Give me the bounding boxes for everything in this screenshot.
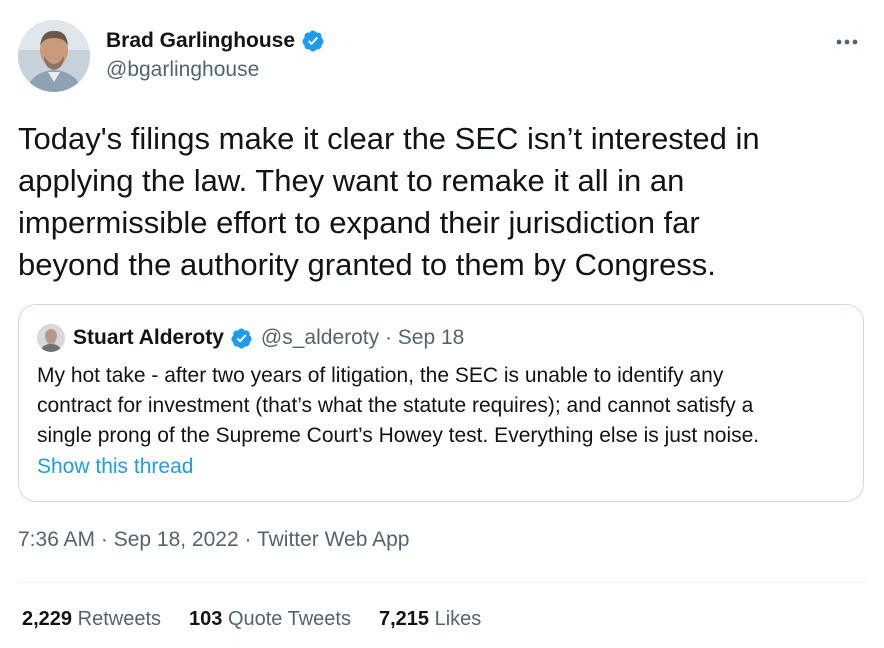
author-avatar[interactable] bbox=[18, 20, 90, 92]
retweets-stat[interactable]: 2,229 Retweets bbox=[22, 608, 161, 631]
quoted-tweet-meta: @s_alderoty · Sep 18 bbox=[260, 326, 465, 349]
likes-stat[interactable]: 7,215 Likes bbox=[379, 608, 481, 631]
quoted-author-display-name: Stuart Alderoty bbox=[73, 326, 224, 349]
tweet-stats: 2,229 Retweets 103 Quote Tweets 7,215 Li… bbox=[22, 608, 481, 631]
tweet-header: Brad Garlinghouse @bgarlinghouse bbox=[18, 20, 866, 96]
verified-badge-icon bbox=[301, 29, 325, 53]
quote-tweets-count: 103 bbox=[189, 608, 223, 630]
quoted-tweet-text: My hot take - after two years of litigat… bbox=[37, 364, 760, 447]
quote-tweets-label: Quote Tweets bbox=[227, 608, 351, 630]
quoted-tweet-card[interactable]: Stuart Alderoty @s_alderoty · Sep 18 My … bbox=[18, 304, 864, 502]
author-display-name[interactable]: Brad Garlinghouse bbox=[106, 29, 295, 53]
retweets-label: Retweets bbox=[77, 608, 161, 630]
divider bbox=[18, 582, 866, 583]
quoted-tweet-header: Stuart Alderoty @s_alderoty · Sep 18 bbox=[37, 323, 464, 353]
likes-label: Likes bbox=[434, 608, 482, 630]
retweets-count: 2,229 bbox=[22, 608, 73, 630]
author-handle[interactable]: @bgarlinghouse bbox=[106, 58, 325, 82]
tweet-timestamp: 7:36 AM · Sep 18, 2022 · Twitter Web App bbox=[18, 528, 409, 552]
quoted-author-avatar bbox=[37, 324, 65, 352]
tweet-time-date[interactable]: 7:36 AM · Sep 18, 2022 · bbox=[18, 528, 257, 551]
tweet-source[interactable]: Twitter Web App bbox=[257, 528, 410, 551]
verified-badge-icon bbox=[230, 327, 253, 350]
likes-count: 7,215 bbox=[378, 608, 430, 630]
show-thread-link[interactable]: Show this thread bbox=[37, 455, 193, 479]
quote-tweets-stat[interactable]: 103 Quote Tweets bbox=[189, 608, 351, 631]
author-name-block: Brad Garlinghouse @bgarlinghouse bbox=[106, 28, 325, 82]
more-horizontal-icon[interactable] bbox=[832, 30, 862, 54]
tweet-text: Today's filings make it clear the SEC is… bbox=[18, 121, 760, 282]
